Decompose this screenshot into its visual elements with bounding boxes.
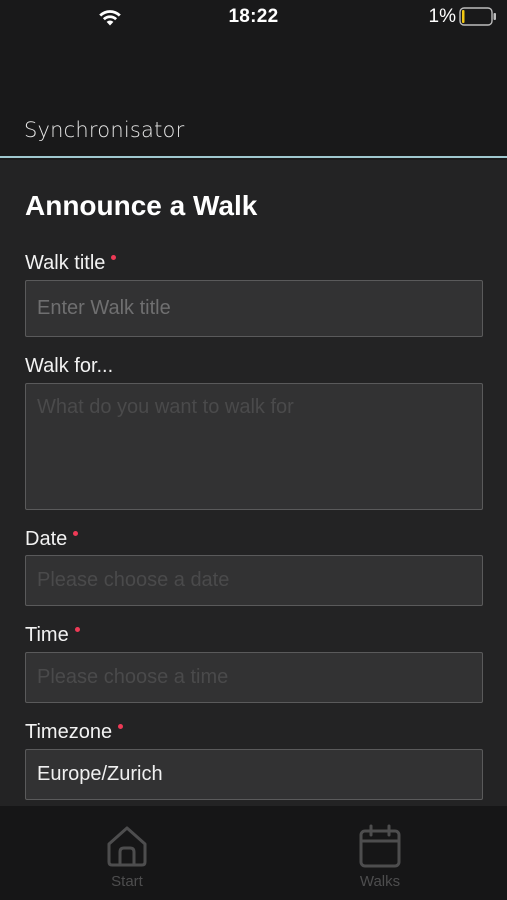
time-label-text: Time bbox=[25, 624, 69, 646]
time-input[interactable]: Please choose a time bbox=[25, 652, 483, 703]
timezone-label-text: Timezone bbox=[25, 721, 113, 743]
required-indicator bbox=[111, 255, 117, 260]
home-icon bbox=[107, 826, 147, 867]
walk-title-label-text: Walk title bbox=[25, 252, 106, 274]
tab-start[interactable]: Start bbox=[77, 824, 177, 890]
app-title: Synchronisator bbox=[24, 118, 185, 142]
date-label-text: Date bbox=[25, 528, 68, 550]
time-label: Time bbox=[25, 624, 80, 647]
battery-icon bbox=[459, 7, 496, 26]
battery-level bbox=[462, 10, 465, 23]
date-placeholder: Please choose a date bbox=[37, 569, 230, 591]
battery-percent: 1% bbox=[428, 6, 456, 27]
walk-title-placeholder: Enter Walk title bbox=[37, 297, 171, 319]
tab-bar: Start Walks bbox=[0, 806, 507, 900]
required-indicator bbox=[118, 724, 124, 729]
walk-title-input[interactable]: Enter Walk title bbox=[25, 280, 483, 337]
tab-start-label: Start bbox=[111, 873, 143, 890]
app-header: Synchronisator bbox=[0, 34, 507, 158]
calendar-icon bbox=[359, 824, 401, 868]
time-placeholder: Please choose a time bbox=[37, 666, 229, 688]
date-label: Date bbox=[25, 528, 79, 551]
timezone-label: Timezone bbox=[25, 721, 124, 744]
walk-for-label: Walk for... bbox=[25, 355, 114, 377]
page-title: Announce a Walk bbox=[25, 190, 258, 221]
walk-for-textarea[interactable]: What do you want to walk for bbox=[25, 383, 483, 510]
tab-walks-label: Walks bbox=[359, 873, 401, 890]
walk-title-label: Walk title bbox=[25, 252, 117, 275]
required-indicator bbox=[73, 531, 79, 536]
timezone-value: Europe/Zurich bbox=[37, 763, 163, 785]
status-bar: 18:22 1% bbox=[0, 0, 507, 34]
walk-for-placeholder: What do you want to walk for bbox=[37, 396, 294, 418]
announce-walk-form: Announce a Walk Walk title Enter Walk ti… bbox=[0, 160, 507, 806]
required-indicator bbox=[74, 627, 80, 632]
timezone-select[interactable]: Europe/Zurich bbox=[25, 749, 483, 800]
tab-walks[interactable]: Walks bbox=[330, 824, 430, 890]
date-input[interactable]: Please choose a date bbox=[25, 555, 483, 606]
